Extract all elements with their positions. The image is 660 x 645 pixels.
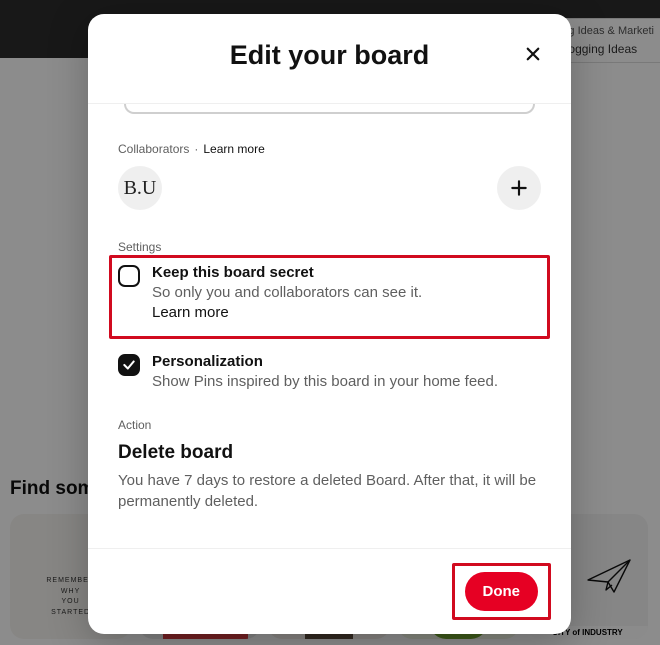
secret-checkbox[interactable] xyxy=(118,265,140,287)
collaborators-label: Collaborators xyxy=(118,142,189,156)
app-background: g Ideas & Marketi ogging Ideas Find some… xyxy=(0,0,660,645)
add-collaborator-button[interactable] xyxy=(497,166,541,210)
modal-header: Edit your board xyxy=(88,14,571,103)
edit-board-modal: Edit your board Collaborators · Learn mo… xyxy=(88,14,571,634)
action-label: Action xyxy=(118,418,541,432)
collaborators-learn-more-link[interactable]: Learn more xyxy=(203,142,264,156)
collaborators-header: Collaborators · Learn more xyxy=(118,142,541,156)
close-icon xyxy=(524,45,542,63)
delete-board-subtitle: You have 7 days to restore a deleted Boa… xyxy=(118,470,541,512)
modal-footer: Done xyxy=(88,548,571,634)
done-button-highlight: Done xyxy=(452,563,552,620)
secret-setting-row: Keep this board secret So only you and c… xyxy=(109,255,550,339)
secret-subtitle: So only you and collaborators can see it… xyxy=(152,283,463,324)
name-input-bottom-edge[interactable] xyxy=(124,104,535,114)
secret-title: Keep this board secret xyxy=(152,264,463,281)
secret-learn-more-link[interactable]: Learn more xyxy=(152,304,229,321)
modal-body[interactable]: Collaborators · Learn more B.U Settings xyxy=(88,103,571,548)
done-button[interactable]: Done xyxy=(465,572,539,611)
personalization-title: Personalization xyxy=(152,353,541,370)
close-button[interactable] xyxy=(519,40,547,68)
personalization-checkbox[interactable] xyxy=(118,354,140,376)
avatar-initials: B.U xyxy=(124,177,157,200)
avatar[interactable]: B.U xyxy=(118,166,162,210)
delete-board-title: Delete board xyxy=(118,442,541,464)
personalization-subtitle: Show Pins inspired by this board in your… xyxy=(152,372,541,392)
collaborators-row: B.U xyxy=(118,166,541,210)
plus-icon xyxy=(509,178,529,198)
check-icon xyxy=(122,358,136,372)
settings-label: Settings xyxy=(118,240,541,254)
personalization-setting-row: Personalization Show Pins inspired by th… xyxy=(118,353,541,392)
modal-title: Edit your board xyxy=(108,40,551,71)
delete-board-action[interactable]: Delete board You have 7 days to restore … xyxy=(118,442,541,512)
separator-dot: · xyxy=(194,142,198,156)
